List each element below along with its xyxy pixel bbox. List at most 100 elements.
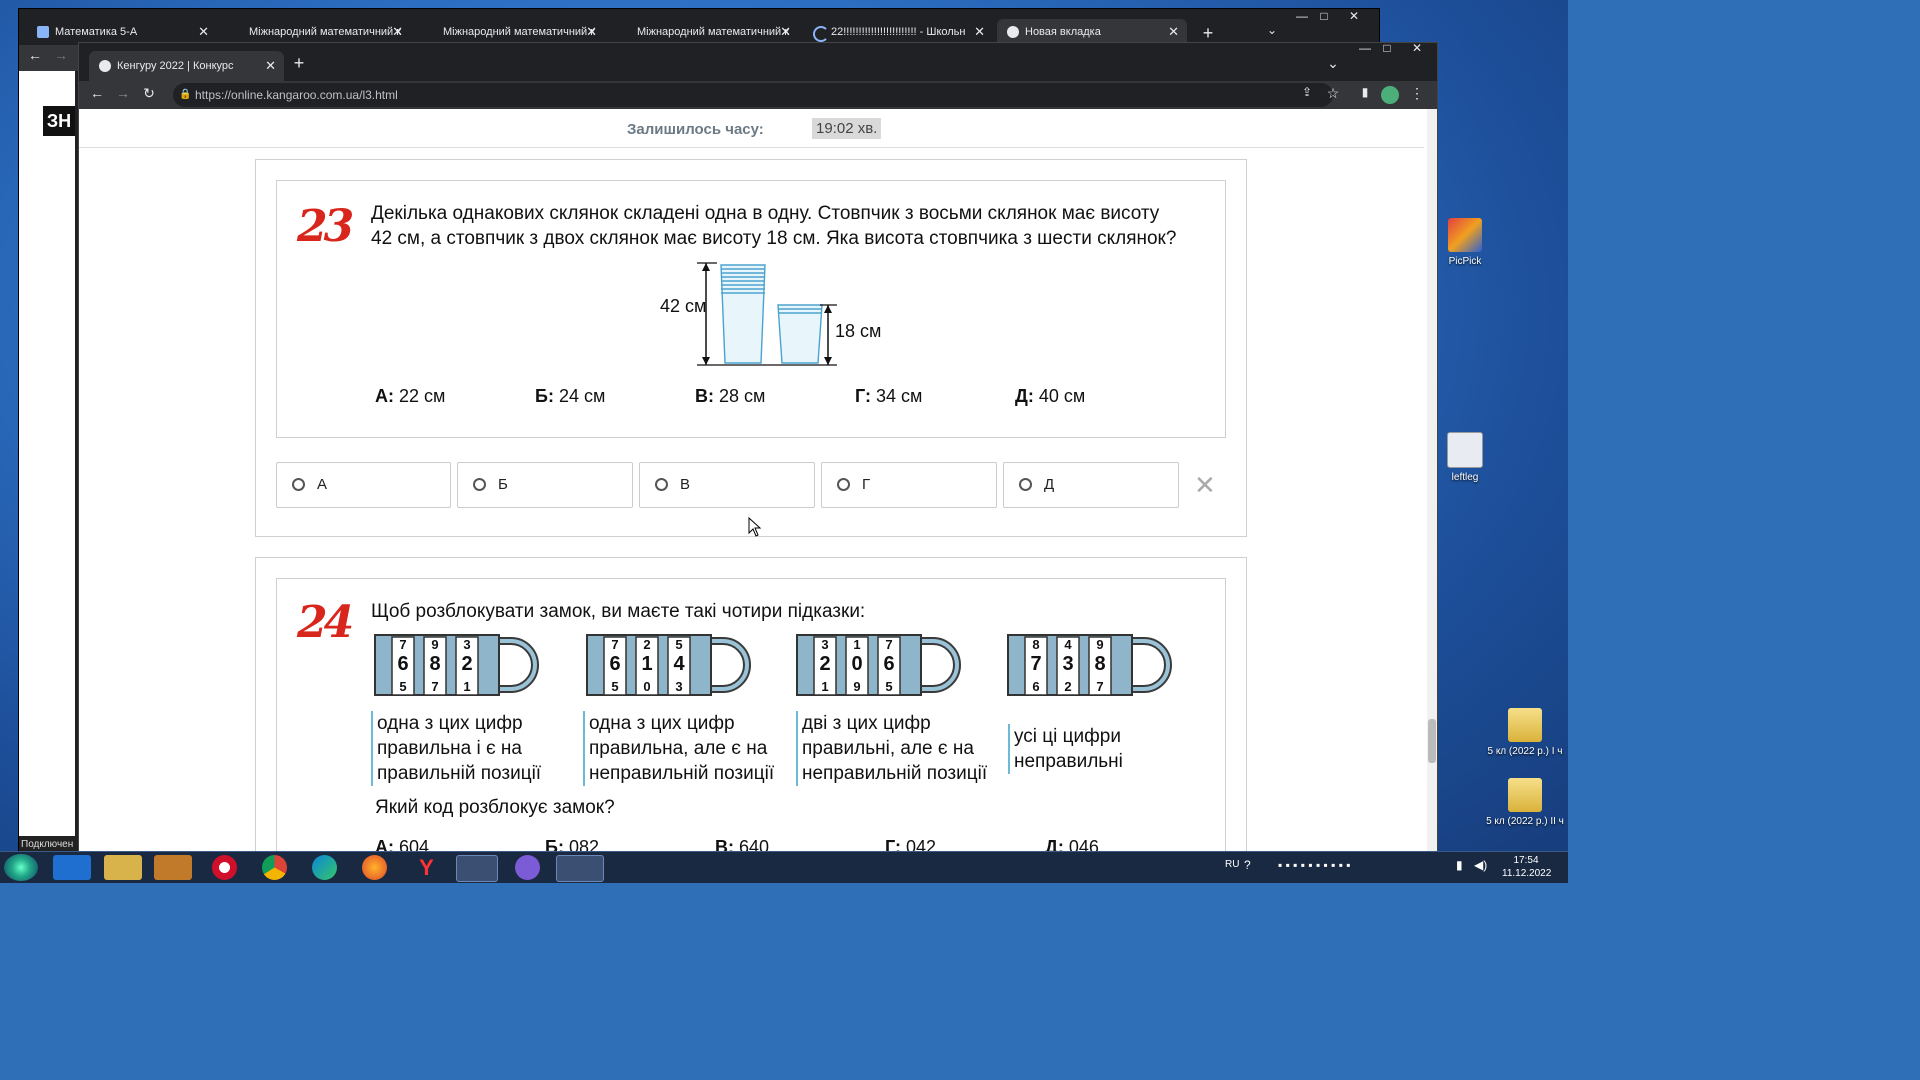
hint-line: правильній позиції [377, 763, 542, 784]
scrollbar-thumb[interactable] [1428, 719, 1436, 763]
question-number: 23 [297, 201, 354, 252]
timer-value: 19:02 хв. [812, 118, 882, 139]
clock[interactable]: 17:54 11.12.2022 [1502, 854, 1552, 880]
hint-line: правильна, але є на [589, 738, 768, 759]
maximize-button[interactable]: □ [1377, 41, 1397, 55]
menu-kebab-icon[interactable]: ⋮ [1407, 85, 1427, 102]
camera-app-icon[interactable] [556, 855, 604, 882]
clock-date: 11.12.2022 [1502, 868, 1552, 879]
question-24-card: 2 4 Щоб розблокувати замок, ви маєте такі… [255, 557, 1247, 851]
tab-search-button[interactable]: ⌄ [1259, 23, 1285, 37]
divider [79, 147, 1424, 148]
answer-button-a[interactable]: А [276, 462, 451, 508]
new-tab-button[interactable]: + [289, 53, 309, 74]
option-key: Г: [885, 837, 901, 851]
hint-line: правильні, але є на [802, 738, 974, 759]
inner-browser-window: Кенгуру 2022 | Конкурс ✕ + ⌄ — □ ✕ ← → ↻… [78, 41, 1438, 852]
padlock-shape: 765987321 [374, 634, 539, 696]
desktop-icon-label: 5 кл (2022 р.) ІІ ч [1486, 816, 1564, 827]
lock-digit: 5 [675, 637, 682, 652]
option-v: В: 640 [715, 837, 769, 851]
back-arrow-icon[interactable]: ← [25, 47, 45, 63]
firefox-icon[interactable] [362, 855, 387, 880]
chrome-icon[interactable] [262, 855, 287, 880]
hint-line: неправильній позиції [589, 763, 775, 784]
network-icon[interactable]: ▮ [1456, 858, 1463, 872]
url-text: https://online.kangaroo.com.ua/l3.html [195, 88, 398, 102]
close-icon[interactable]: ✕ [265, 51, 276, 81]
media-player-icon[interactable] [154, 855, 192, 880]
lock-2: 765210543 [585, 633, 755, 703]
star-icon[interactable]: ☆ [1323, 85, 1343, 102]
hint-line: неправильні [1014, 751, 1123, 772]
chrome-active-icon[interactable] [456, 855, 498, 882]
lock-4-hint: усі ці цифри неправильні [1008, 724, 1123, 774]
reload-icon[interactable]: ↻ [139, 85, 159, 102]
option-value: 640 [739, 837, 770, 851]
viber-icon[interactable] [515, 855, 540, 880]
option-value: 24 см [558, 386, 606, 406]
edge-icon[interactable] [312, 855, 337, 880]
inner-tab-kangaroo[interactable]: Кенгуру 2022 | Конкурс ✕ [89, 51, 284, 81]
kangaroo-favicon-icon [99, 60, 111, 72]
tray-icons[interactable]: ▪ ▪ ▪ ▪ ▪ ▪ ▪ ▪ ▪ ▪ [1278, 858, 1351, 872]
radio-icon [473, 478, 486, 491]
close-window-button[interactable]: ✕ [1407, 41, 1427, 55]
new-tab-button[interactable]: + [1195, 23, 1221, 44]
forward-arrow-icon[interactable]: → [113, 85, 133, 101]
option-value: 046 [1068, 837, 1099, 851]
yandex-icon[interactable]: Y [414, 855, 439, 880]
minimize-button[interactable]: — [1355, 41, 1375, 55]
tab-title: Міжнародний математичний к [443, 26, 596, 38]
answer-button-g[interactable]: Г [821, 462, 997, 508]
padlock-shape: 765210543 [586, 634, 751, 696]
share-icon[interactable]: ⇪ [1297, 85, 1317, 99]
timer-label: Залишилось часу: [627, 121, 764, 138]
internet-explorer-icon[interactable] [53, 855, 91, 880]
language-indicator[interactable]: RU [1225, 859, 1239, 870]
outer-page-edge: ЗН Подключен [19, 71, 77, 854]
lock-digit: 9 [1096, 637, 1103, 652]
sidebar-icon[interactable]: ▮ [1355, 85, 1375, 99]
lock-digit: 4 [1064, 637, 1072, 652]
opera-icon[interactable] [212, 855, 237, 880]
tab-search-button[interactable]: ⌄ [1323, 55, 1343, 72]
question-text: Щоб розблокувати замок, ви маєте такі чо… [371, 601, 866, 622]
back-arrow-icon[interactable]: ← [87, 85, 107, 101]
option-key: В: [695, 386, 714, 406]
volume-icon[interactable]: ◀) [1474, 858, 1487, 872]
taskbar: Y RU ? ▪ ▪ ▪ ▪ ▪ ▪ ▪ ▪ ▪ ▪ ▮ ◀) 17:54 11… [0, 851, 1568, 883]
file-explorer-icon[interactable] [104, 855, 142, 880]
desktop-icon-folder-2[interactable]: 5 кл (2022 р.) ІІ ч [1485, 778, 1565, 827]
lock-digit: 0 [851, 653, 862, 675]
hint-line: правильна і є на [377, 738, 522, 759]
maximize-button[interactable]: □ [1311, 9, 1337, 23]
lock-digit: 9 [431, 637, 438, 652]
close-window-button[interactable]: ✕ [1341, 9, 1367, 23]
answer-button-b[interactable]: Б [457, 462, 633, 508]
lock-digit: 7 [611, 637, 618, 652]
option-d: Д: 40 см [1015, 386, 1085, 407]
question-text-line: 42 см, а стовпчик з двох склянок має вис… [371, 228, 1177, 249]
inner-tab-strip: Кенгуру 2022 | Конкурс ✕ + ⌄ — □ ✕ [79, 41, 1437, 81]
help-icon[interactable]: ? [1244, 858, 1251, 872]
address-bar[interactable]: 🔒 https://online.kangaroo.com.ua/l3.html [173, 83, 1333, 107]
radio-icon [292, 478, 305, 491]
lock-digit: 1 [463, 679, 470, 694]
forward-arrow-icon[interactable]: → [51, 47, 71, 63]
desktop-icon-label: PicPick [1448, 256, 1482, 267]
desktop-icon-label: leftleg [1451, 472, 1479, 483]
answer-label: Д [1044, 476, 1055, 493]
answer-button-v[interactable]: В [639, 462, 815, 508]
desktop-icon-folder-1[interactable]: 5 кл (2022 р.) І ч [1485, 708, 1565, 757]
lock-digit: 8 [429, 653, 440, 675]
lock-digit: 7 [1030, 653, 1041, 675]
page-content: Залишилось часу: 19:02 хв. 23 Декілька о… [79, 109, 1437, 851]
lock-digit: 2 [1064, 679, 1071, 694]
option-a: А: 22 см [375, 386, 445, 407]
outer-tab-strip: Математика 5-А ✕ Міжнародний математичний… [19, 9, 1379, 45]
start-button-icon[interactable] [4, 854, 38, 881]
profile-avatar[interactable] [1381, 86, 1399, 104]
answer-button-d[interactable]: Д [1003, 462, 1179, 508]
clear-answer-icon[interactable]: ✕ [1194, 470, 1216, 501]
